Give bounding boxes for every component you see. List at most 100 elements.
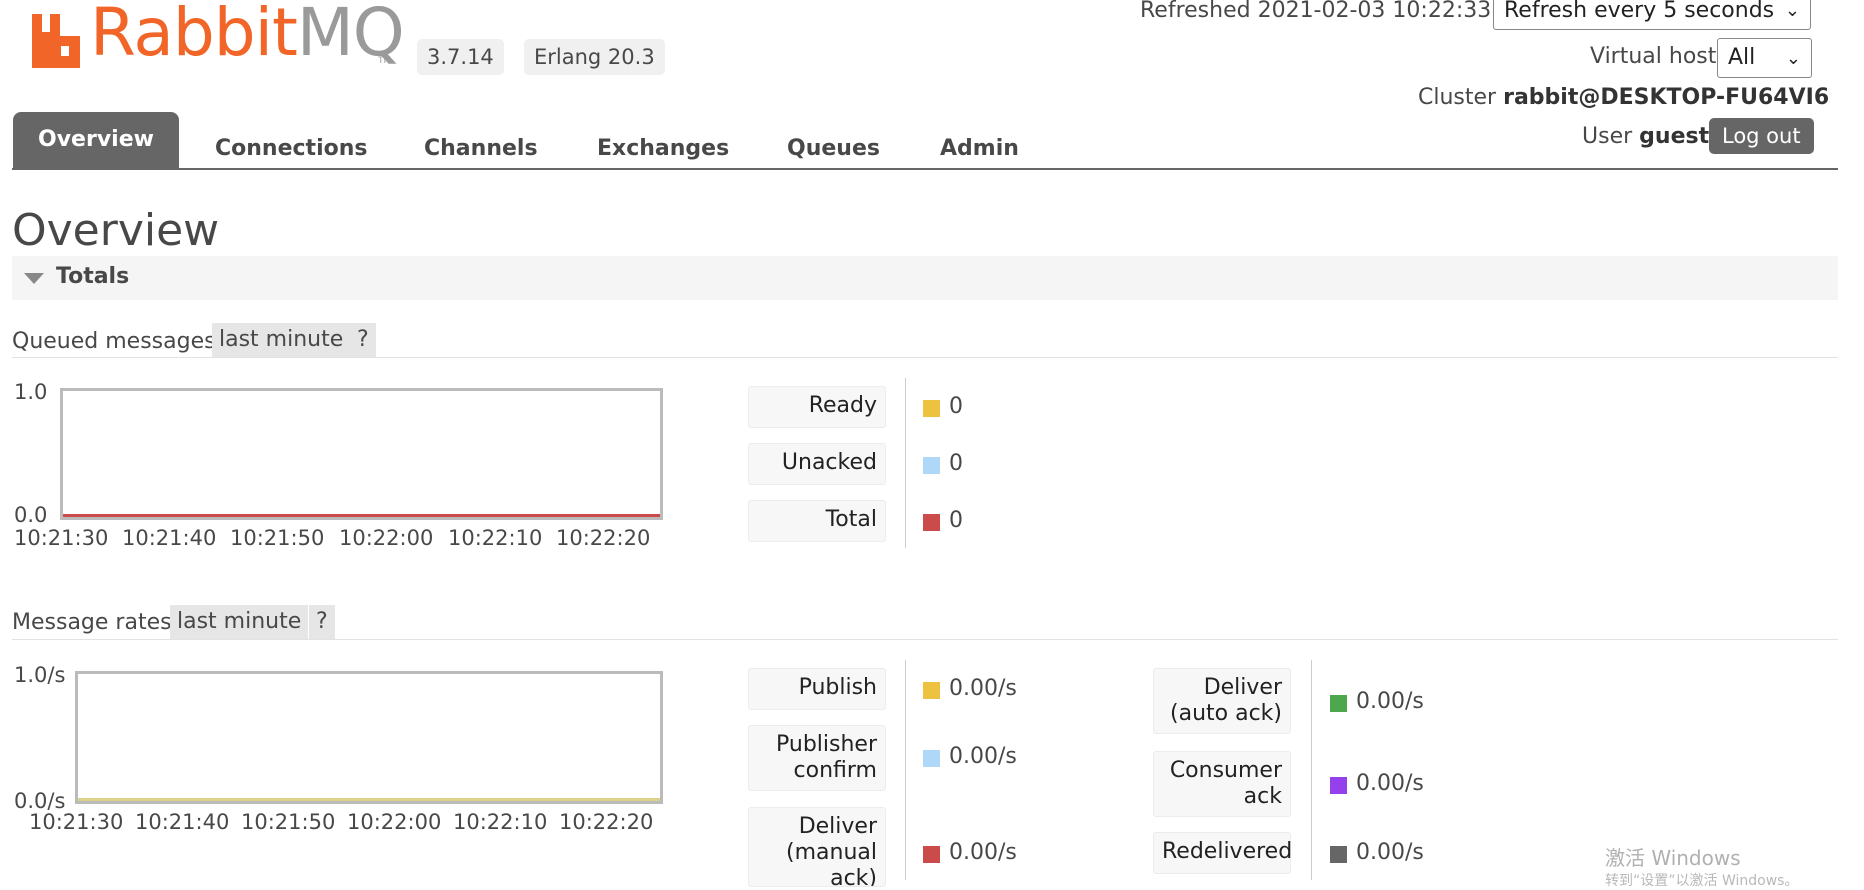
rates-x-tick: 10:21:40 (135, 810, 230, 834)
publish-value: 0.00/s (949, 676, 1017, 701)
cluster-label: Cluster (1418, 85, 1497, 110)
tab-queues[interactable]: Queues (787, 128, 880, 170)
virtual-host-select[interactable]: All ⌄ (1717, 38, 1812, 78)
deliver-manual-ack-label-line: Deliver (798, 814, 877, 839)
version-badge: 3.7.14 (417, 39, 504, 75)
queued-stats-divider (905, 378, 906, 548)
refresh-interval-value: Refresh every 5 seconds (1504, 0, 1775, 23)
erlang-badge: Erlang 20.3 (524, 39, 665, 75)
deliver-auto-ack-label-line: (auto ack) (1170, 701, 1282, 726)
rates-rule (12, 639, 1838, 640)
rates-x-tick: 10:22:20 (559, 810, 654, 834)
refreshed-timestamp: Refreshed 2021-02-03 10:22:33 (1140, 0, 1492, 23)
rates-range-button[interactable]: last minute (170, 605, 309, 639)
queued-help-button[interactable]: ? (350, 323, 376, 357)
tab-exchanges[interactable]: Exchanges (597, 128, 729, 170)
queued-y-max: 1.0 (14, 380, 48, 404)
rates-help-button[interactable]: ? (309, 605, 335, 639)
windows-activation-watermark: 激活 Windows (1605, 846, 1741, 870)
queued-x-tick: 10:22:00 (339, 526, 434, 550)
unacked-label: Unacked (748, 443, 886, 485)
tab-connections[interactable]: Connections (215, 128, 367, 170)
message-rates-title: Message rates (12, 610, 172, 635)
queued-x-tick: 10:22:10 (448, 526, 543, 550)
chevron-down-icon: ⌄ (1784, 0, 1800, 21)
ready-value: 0 (949, 394, 963, 419)
publish-label-line: Publish (798, 675, 877, 700)
rates-y-max: 1.0/s (14, 663, 66, 687)
message-rates-chart (75, 671, 663, 804)
deliver-auto-ack-label: Deliver (auto ack) (1153, 668, 1291, 734)
virtual-host-label: Virtual host (1590, 44, 1717, 69)
windows-activation-hint: 转到“设置”以激活 Windows。 (1605, 873, 1799, 889)
consumer-ack-label-line: Consumer (1169, 758, 1282, 783)
queued-total-series-line (63, 514, 660, 517)
deliver-manual-ack-label-line: (manual (786, 840, 877, 865)
consumer-ack-label: Consumer ack (1153, 751, 1291, 817)
queued-rule (12, 357, 1838, 358)
queued-messages-chart (60, 388, 663, 520)
rates-x-tick: 10:22:10 (453, 810, 548, 834)
rates-left-divider (905, 660, 906, 880)
user-label: User (1582, 124, 1633, 149)
queued-x-tick: 10:21:50 (230, 526, 325, 550)
queued-range-button[interactable]: last minute (212, 323, 351, 357)
rabbit-logo-icon (32, 14, 80, 68)
consumer-ack-label-line: ack (1243, 784, 1282, 809)
deliver-manual-ack-label-line: ack) (830, 866, 877, 887)
tab-divider (12, 168, 1838, 170)
publisher-confirm-label: Publisher confirm (748, 725, 886, 791)
totals-section-title: Totals (56, 264, 130, 289)
publisher-confirm-color-swatch (923, 750, 940, 767)
rates-right-divider (1311, 660, 1312, 880)
page-title: Overview (12, 205, 220, 256)
virtual-host-value: All (1728, 45, 1756, 70)
deliver-manual-ack-label: Deliver (manual ack) (748, 807, 886, 887)
chevron-down-icon: ⌄ (1785, 48, 1801, 69)
rabbitmq-logo[interactable]: RabbitMQ TM (30, 0, 405, 80)
queued-x-tick: 10:22:20 (556, 526, 651, 550)
consumer-ack-color-swatch (1330, 777, 1347, 794)
logo-trademark: TM (378, 56, 392, 66)
deliver-auto-ack-value: 0.00/s (1356, 689, 1424, 714)
totals-section-toggle[interactable]: Totals (12, 256, 1838, 300)
consumer-ack-value: 0.00/s (1356, 771, 1424, 796)
redelivered-value: 0.00/s (1356, 840, 1424, 865)
redelivered-color-swatch (1330, 846, 1347, 863)
queued-y-min: 0.0 (14, 503, 48, 527)
logo-rabbit: Rabbit (90, 0, 298, 71)
cluster-info: Cluster rabbit@DESKTOP-FU64VI6 (1418, 85, 1829, 110)
tab-admin[interactable]: Admin (940, 128, 1019, 170)
rates-x-tick: 10:21:30 (29, 810, 124, 834)
publisher-confirm-label-line: Publisher (776, 732, 877, 757)
user-info: User guest (1582, 124, 1709, 149)
publish-color-swatch (923, 682, 940, 699)
logout-button[interactable]: Log out (1709, 118, 1814, 154)
queued-x-tick: 10:21:40 (122, 526, 217, 550)
logo-text: RabbitMQ (90, 0, 405, 71)
total-label: Total (748, 500, 886, 542)
queued-messages-title: Queued messages (12, 329, 216, 354)
rates-publish-series-line (78, 798, 660, 801)
deliver-manual-ack-color-swatch (923, 846, 940, 863)
publisher-confirm-label-line: confirm (793, 758, 877, 783)
unacked-color-swatch (923, 457, 940, 474)
queued-x-tick: 10:21:30 (14, 526, 109, 550)
publish-label: Publish (748, 668, 886, 710)
deliver-auto-ack-color-swatch (1330, 695, 1347, 712)
rates-x-tick: 10:22:00 (347, 810, 442, 834)
tab-channels[interactable]: Channels (424, 128, 538, 170)
ready-color-swatch (923, 400, 940, 417)
publisher-confirm-value: 0.00/s (949, 744, 1017, 769)
ready-label: Ready (748, 386, 886, 428)
rates-x-tick: 10:21:50 (241, 810, 336, 834)
refresh-interval-select[interactable]: Refresh every 5 seconds ⌄ (1493, 0, 1811, 30)
unacked-value: 0 (949, 451, 963, 476)
collapse-triangle-icon (24, 273, 44, 284)
user-name: guest (1639, 124, 1710, 149)
deliver-auto-ack-label-line: Deliver (1203, 675, 1282, 700)
tab-overview[interactable]: Overview (13, 112, 179, 168)
redelivered-label: Redelivered (1153, 832, 1292, 874)
total-value: 0 (949, 508, 963, 533)
cluster-name: rabbit@DESKTOP-FU64VI6 (1503, 85, 1830, 110)
